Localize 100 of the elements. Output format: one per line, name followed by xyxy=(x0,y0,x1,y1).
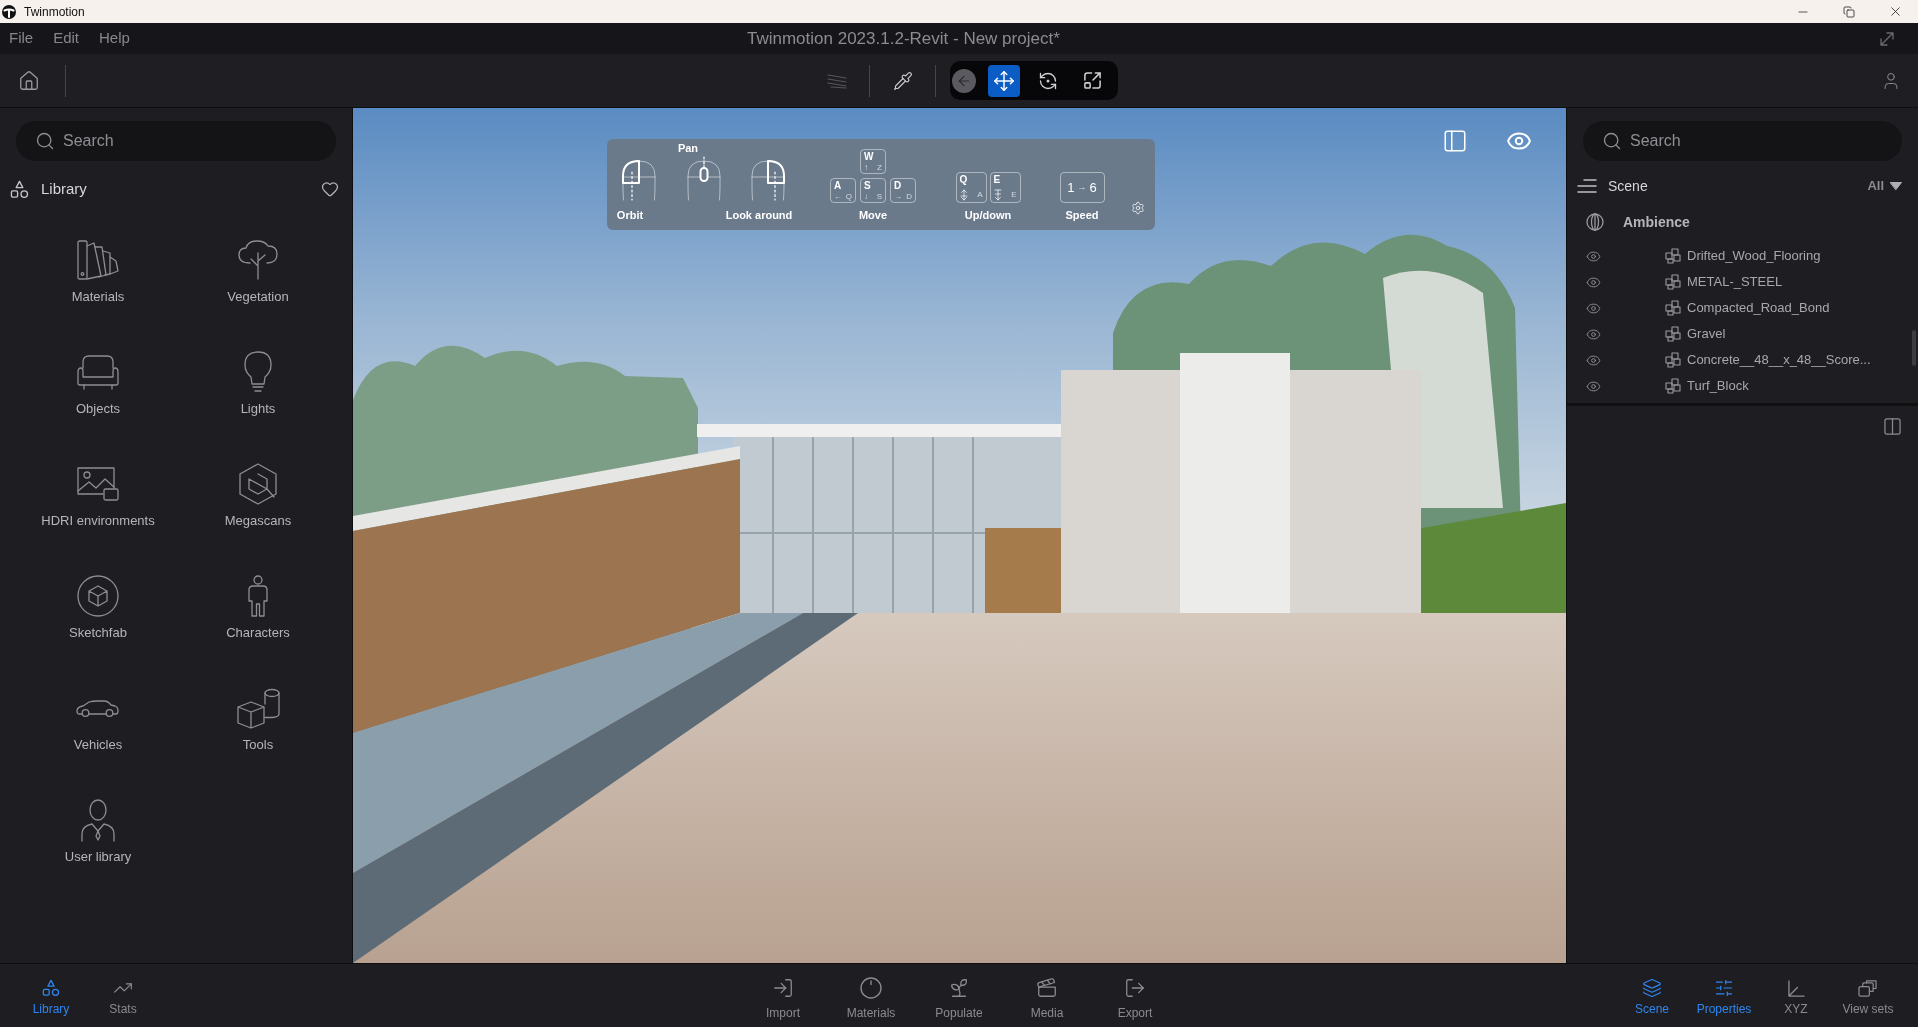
media-button[interactable]: Media xyxy=(1030,977,1064,1027)
restore-icon[interactable] xyxy=(1843,5,1855,18)
tiles-icon xyxy=(1665,352,1681,368)
populate-button[interactable]: Populate xyxy=(935,977,983,1027)
hexagon-icon xyxy=(239,463,277,505)
library-category[interactable]: Characters xyxy=(226,574,290,641)
library-category[interactable]: Vegetation xyxy=(227,238,289,305)
library-tab[interactable]: Library xyxy=(32,977,70,1027)
split-panel-icon[interactable] xyxy=(1884,418,1901,435)
view-sets-tab[interactable]: View sets xyxy=(1842,977,1894,1027)
tree-item-label[interactable]: Turf_Block xyxy=(1687,376,1749,396)
key-letter: D xyxy=(894,180,903,192)
search-field[interactable]: Search xyxy=(1583,121,1902,161)
visibility-eye-icon[interactable] xyxy=(1586,326,1601,342)
tiles-icon xyxy=(1665,274,1681,290)
caret-down-icon[interactable] xyxy=(1890,182,1902,190)
menu-item[interactable]: Help xyxy=(99,27,130,50)
menu-item[interactable]: Edit xyxy=(53,27,80,50)
key-letter: E xyxy=(993,174,1002,186)
materials-button[interactable]: Materials xyxy=(846,977,896,1027)
filter-dropdown[interactable]: All xyxy=(1867,176,1902,196)
user-bust-icon xyxy=(81,798,115,842)
library-category[interactable]: Tools xyxy=(236,686,280,753)
sprout-icon[interactable] xyxy=(948,977,970,999)
visibility-eye-icon[interactable] xyxy=(1586,274,1601,290)
import-icon[interactable] xyxy=(772,977,794,999)
key-letter: Q xyxy=(959,174,969,186)
descend-icon xyxy=(993,189,1002,201)
library-category[interactable]: Vehicles xyxy=(73,686,123,753)
tree-item-label[interactable]: Drifted_Wood_Flooring xyxy=(1687,246,1821,266)
visibility-eye-icon[interactable] xyxy=(1586,352,1601,368)
menu-item[interactable]: File xyxy=(9,27,34,50)
control-label: Orbit xyxy=(616,209,644,222)
panel-title: Library xyxy=(41,178,87,199)
tree-item-label[interactable]: Gravel xyxy=(1687,324,1726,344)
shapes-icon[interactable] xyxy=(42,979,60,997)
tree-item-label[interactable]: METAL-_STEEL xyxy=(1687,272,1783,292)
panel-toggle-icon[interactable] xyxy=(1441,128,1469,154)
axes-icon[interactable] xyxy=(1787,979,1805,997)
library-category[interactable]: Lights xyxy=(240,350,276,417)
control-label: Speed xyxy=(1065,209,1099,222)
tree-group-label[interactable]: Ambience xyxy=(1623,211,1690,233)
tree-item-label[interactable]: Concrete__48__x_48__Score... xyxy=(1687,350,1871,370)
export-icon[interactable] xyxy=(1124,977,1146,999)
layers-icon[interactable] xyxy=(1642,978,1662,998)
tiles-icon xyxy=(1665,326,1681,342)
tree-item-label[interactable]: Compacted_Road_Bond xyxy=(1687,298,1830,318)
tree-icon xyxy=(237,240,279,280)
library-category[interactable]: Megascans xyxy=(224,462,292,529)
app-logo-icon xyxy=(2,4,16,19)
properties-tab[interactable]: Properties xyxy=(1696,977,1752,1027)
eyedropper-icon[interactable] xyxy=(893,70,913,91)
sliders-icon[interactable] xyxy=(1714,978,1734,998)
import-button[interactable]: Import xyxy=(766,977,800,1027)
library-category[interactable]: HDRI environments xyxy=(41,462,155,529)
scrollbar-thumb[interactable] xyxy=(1912,330,1916,366)
key-alt-letter: D xyxy=(906,192,912,202)
expand-frame-icon[interactable] xyxy=(1082,71,1102,90)
visibility-eye-icon[interactable] xyxy=(1586,248,1601,264)
library-category[interactable]: Sketchfab xyxy=(69,574,127,641)
key-alt-letter: S xyxy=(876,192,882,202)
heart-icon[interactable] xyxy=(321,180,339,198)
xyz-tab[interactable]: XYZ xyxy=(1784,977,1808,1027)
mouse-wheel-icon xyxy=(687,156,721,201)
stacked-frames-icon[interactable] xyxy=(1858,979,1878,997)
visibility-eye-icon[interactable] xyxy=(1586,378,1601,394)
sofa-icon xyxy=(77,354,119,390)
cube-cylinder-icon xyxy=(236,687,280,729)
shapes-icon xyxy=(10,179,29,199)
key-letter: W xyxy=(864,151,875,163)
library-category[interactable]: Objects xyxy=(75,350,121,417)
control-label: Look around xyxy=(725,209,793,222)
cube-circle-icon xyxy=(77,575,119,617)
key-arrow: ← xyxy=(834,192,842,202)
window-title: Twinmotion xyxy=(24,3,85,21)
home-icon[interactable] xyxy=(18,69,40,92)
list-icon[interactable] xyxy=(1577,178,1597,194)
scene-tab[interactable]: Scene xyxy=(1635,977,1669,1027)
search-icon xyxy=(35,131,55,151)
stats-tab[interactable]: Stats xyxy=(109,977,137,1027)
key-alt-letter: Q xyxy=(845,192,852,202)
tiles-icon xyxy=(1665,378,1681,394)
key-letter: A xyxy=(834,180,843,192)
lightbulb-icon xyxy=(244,351,272,393)
project-title: Twinmotion 2023.1.2-Revit - New project* xyxy=(747,27,1060,50)
tiles-icon xyxy=(1665,300,1681,316)
search-icon xyxy=(1602,131,1622,151)
circle-icon[interactable] xyxy=(860,977,882,999)
clapperboard-icon[interactable] xyxy=(1036,977,1058,999)
ascend-icon xyxy=(959,189,968,201)
color-fan-icon xyxy=(77,240,119,280)
settings-icon[interactable] xyxy=(1131,201,1145,215)
visibility-eye-icon[interactable] xyxy=(1586,300,1601,316)
person-icon xyxy=(247,575,269,617)
orbit-icon[interactable] xyxy=(1038,70,1058,91)
library-category[interactable]: User library xyxy=(64,798,132,865)
export-button[interactable]: Export xyxy=(1117,977,1153,1027)
diagonal-expand-icon[interactable] xyxy=(1879,30,1895,47)
search-field[interactable]: Search xyxy=(16,121,336,161)
library-category[interactable]: Materials xyxy=(71,238,125,305)
